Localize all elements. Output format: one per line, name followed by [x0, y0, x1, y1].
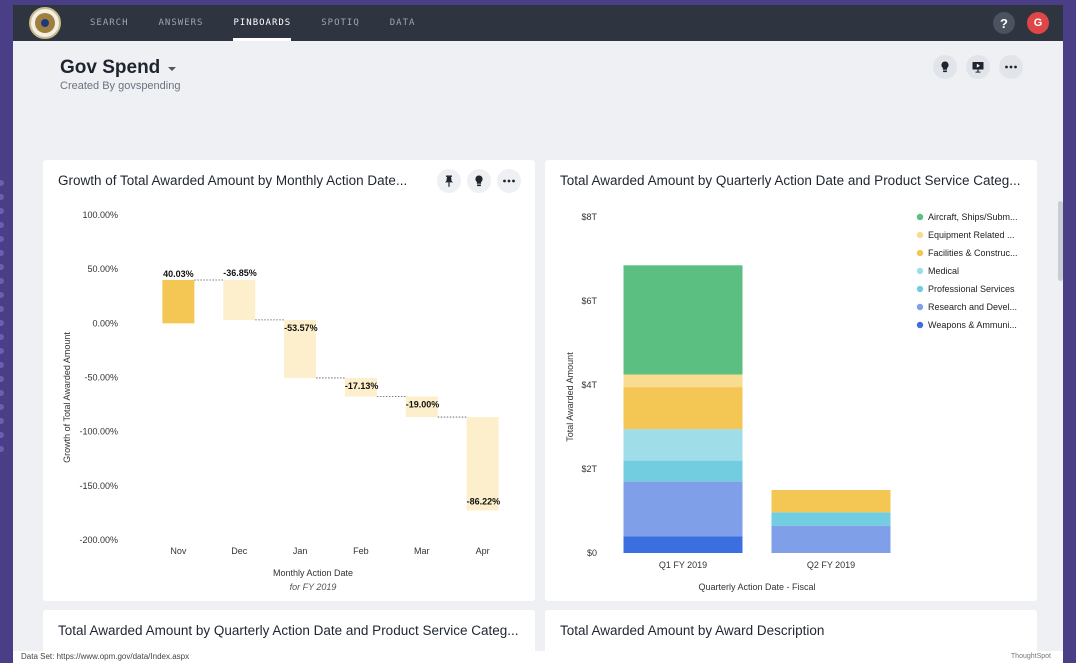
y-tick-label: 100.00%: [82, 210, 118, 220]
data-label: -17.13%: [345, 381, 379, 391]
pinboard-title-text: Gov Spend: [60, 57, 161, 78]
y-tick-label: $4T: [581, 380, 597, 390]
stacked-segment: [623, 429, 743, 461]
stacked-segment: [623, 265, 743, 375]
y-tick-label: -200.00%: [79, 535, 118, 545]
nav-data[interactable]: DATA: [375, 5, 431, 41]
legend-swatch: [916, 285, 924, 293]
x-tick-label: Q2 FY 2019: [807, 560, 855, 570]
pinboard-title[interactable]: Gov Spend: [60, 57, 177, 79]
y-tick-label: $2T: [581, 464, 597, 474]
stacked-segment: [623, 536, 743, 553]
user-avatar[interactable]: G: [1027, 12, 1049, 34]
scrollbar[interactable]: [1058, 201, 1063, 281]
legend-swatch: [916, 249, 924, 257]
waterfall-bar: [223, 279, 256, 320]
y-axis-label: Growth of Total Awarded Amount: [62, 332, 72, 463]
legend-swatch: [916, 303, 924, 311]
x-axis-sublabel: for FY 2019: [290, 582, 337, 592]
data-label: -36.85%: [223, 268, 257, 278]
legend-label: Professional Services: [928, 284, 1015, 294]
legend-label: Research and Devel...: [928, 302, 1017, 312]
y-tick-label: -50.00%: [84, 373, 118, 383]
caret-down-icon[interactable]: [168, 67, 177, 71]
data-label: -86.22%: [467, 496, 501, 506]
stacked-bar-chart: $0 $2T $4T $6T $8T Total Awarded Amount Q1 FY …: [565, 212, 1018, 592]
presentation-icon: [972, 62, 984, 73]
y-tick-label: $8T: [581, 212, 597, 222]
stacked-segment: [771, 490, 891, 513]
more-button[interactable]: [999, 55, 1023, 79]
help-button[interactable]: ?: [993, 12, 1015, 34]
x-tick-label: Q1 FY 2019: [659, 560, 707, 570]
x-tick-label: Apr: [476, 546, 490, 556]
x-tick-label: Mar: [414, 546, 430, 556]
left-rail: [0, 180, 8, 460]
y-tick-label: -100.00%: [79, 427, 118, 437]
legend-label: Weapons & Ammuni...: [928, 320, 1017, 330]
main-nav: SEARCH ANSWERS PINBOARDS SPOTIQ DATA: [75, 5, 430, 41]
nav-search[interactable]: SEARCH: [75, 5, 144, 41]
more-dots-icon: [1005, 65, 1017, 69]
nav-pinboards[interactable]: PINBOARDS: [218, 5, 306, 41]
legend-label: Facilities & Construc...: [928, 248, 1018, 258]
stacked-segment: [623, 387, 743, 430]
x-axis-label: Quarterly Action Date - Fiscal: [698, 582, 815, 592]
top-nav-bar: SEARCH ANSWERS PINBOARDS SPOTIQ DATA ? G: [13, 5, 1063, 41]
data-label: 40.03%: [163, 269, 194, 279]
stacked-segment: [771, 512, 891, 526]
stacked-segment: [623, 460, 743, 482]
waterfall-bar: [162, 279, 195, 324]
present-button[interactable]: [966, 55, 990, 79]
y-tick-label: $6T: [581, 296, 597, 306]
seal-logo[interactable]: [29, 7, 61, 39]
lightbulb-icon: [941, 61, 949, 73]
card-quarterly-stacked: Total Awarded Amount by Quarterly Action…: [545, 160, 1037, 601]
y-tick-label: 0.00%: [92, 318, 118, 328]
legend-label: Medical: [928, 266, 959, 276]
stacked-segment: [623, 374, 743, 388]
legend-label: Equipment Related ...: [928, 230, 1015, 240]
x-tick-label: Feb: [353, 546, 369, 556]
nav-spotiq[interactable]: SPOTIQ: [306, 5, 375, 41]
legend-swatch: [916, 321, 924, 329]
footer: Data Set: https://www.opm.gov/data/Index…: [13, 651, 1063, 663]
nav-answers[interactable]: ANSWERS: [144, 5, 219, 41]
stacked-segment: [771, 525, 891, 553]
y-tick-label: -150.00%: [79, 481, 118, 491]
legend-swatch: [916, 213, 924, 221]
pinboard-subtitle: Created By govspending: [60, 80, 181, 92]
insights-button[interactable]: [933, 55, 957, 79]
x-tick-label: Jan: [293, 546, 308, 556]
legend-swatch: [916, 231, 924, 239]
data-label: -19.00%: [406, 399, 440, 409]
data-label: -53.57%: [284, 323, 318, 333]
x-axis-label: Monthly Action Date: [273, 568, 353, 578]
waterfall-chart: 100.00% 50.00% 0.00% -50.00% -100.00% -150.00…: [62, 210, 501, 592]
x-tick-label: Nov: [170, 546, 187, 556]
stacked-segment: [623, 481, 743, 537]
x-tick-label: Dec: [231, 546, 248, 556]
legend-label: Aircraft, Ships/Subm...: [928, 212, 1018, 222]
y-tick-label: $0: [587, 548, 597, 558]
brand-name: ThoughtSpot: [1010, 653, 1051, 660]
y-tick-label: 50.00%: [87, 264, 118, 274]
pinboard-canvas: Gov Spend Created By govspending Growth …: [13, 41, 1063, 663]
card-title[interactable]: Total Awarded Amount by Quarterly Action…: [58, 623, 519, 638]
card-title[interactable]: Total Awarded Amount by Award Descriptio…: [560, 623, 824, 638]
dataset-source[interactable]: Data Set: https://www.opm.gov/data/Index…: [21, 652, 189, 661]
pinboard-actions: [933, 55, 1023, 79]
y-axis-label: Total Awarded Amount: [565, 352, 575, 442]
legend-swatch: [916, 267, 924, 275]
card-growth-waterfall: Growth of Total Awarded Amount by Monthl…: [43, 160, 535, 601]
